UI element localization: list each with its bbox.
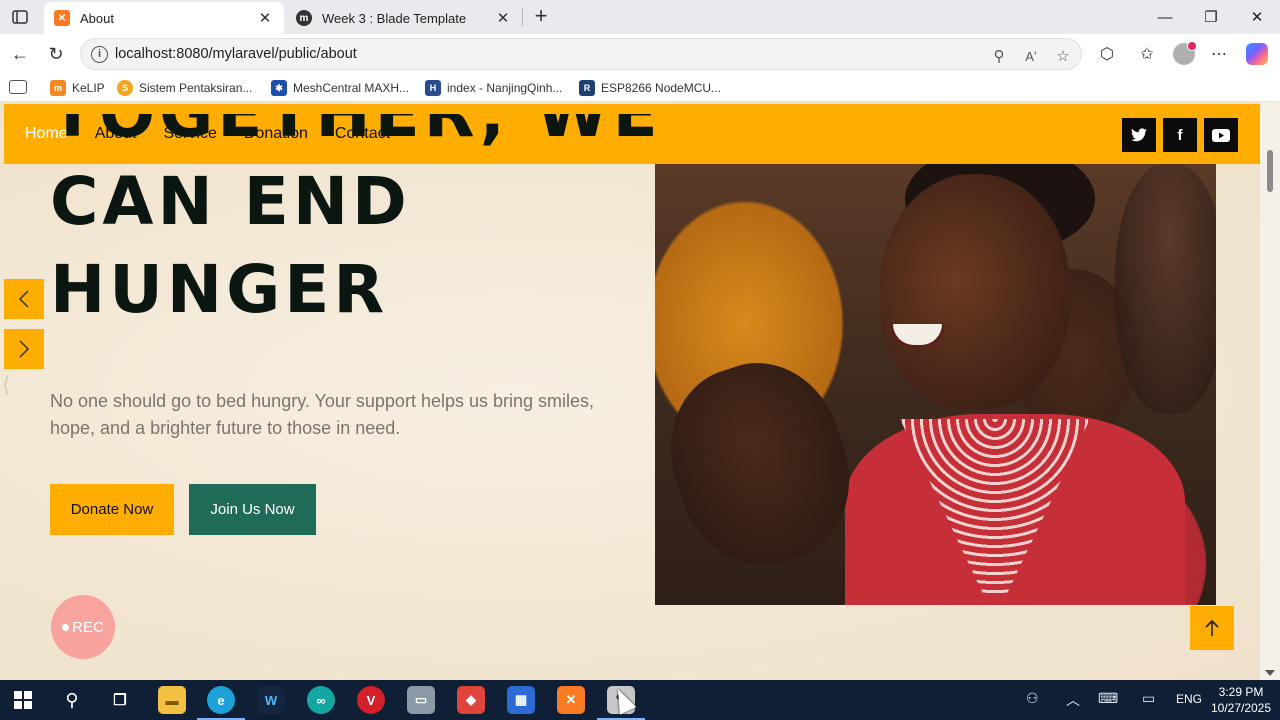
carousel-prev-button[interactable] [4,279,44,319]
display-icon[interactable]: ▭ [1142,690,1155,707]
hero-heading-line-2: CAN END [50,163,411,240]
vivaldi-icon[interactable]: V [357,686,385,714]
arduino-icon[interactable]: ∞ [307,686,335,714]
bookmark-nanjing[interactable]: H index - NanjingQinh... [425,79,562,97]
bookmark-sistem-pentaksiran[interactable]: S Sistem Pentaksiran... [117,79,252,97]
clock-date: 10/27/2025 [1210,701,1272,715]
tab-title: Week 3 : Blade Template [322,10,467,26]
bookmarks-bar: m KeLIP S Sistem Pentaksiran... ✱ MeshCe… [0,74,1280,102]
more-options-icon[interactable]: ⋯ [1207,43,1231,65]
page-scrollbar[interactable] [1260,102,1280,680]
kelip-icon: m [50,80,66,96]
page-viewport: TOGETHER, WE CAN END HUNGER Home About S… [0,102,1280,680]
favorites-icon[interactable]: ✩ [1135,43,1159,65]
file-explorer-icon[interactable]: ▬ [158,686,186,714]
edge-browser-icon[interactable]: e [197,686,245,720]
xampp-icon: ✕ [54,10,70,26]
record-dot-icon [62,623,70,631]
photo-face [880,174,1070,409]
hero-photo-smiling-girl [655,164,1216,605]
keyboard-icon[interactable]: ⌨ [1098,690,1118,707]
tab-actions-icon[interactable] [8,6,32,28]
favorite-star-icon[interactable]: ☆ [1053,46,1073,66]
twitter-icon[interactable] [1122,118,1156,152]
youtube-icon[interactable] [1204,118,1238,152]
extensions-icon[interactable]: ⬡ [1095,43,1119,65]
tray-chevron-up-icon[interactable]: ︿ [1066,690,1080,710]
git-icon[interactable]: ◆ [457,686,485,714]
meshcentral-icon: ✱ [271,80,287,96]
refresh-icon[interactable]: ↻ [44,43,68,65]
language-indicator[interactable]: ENG [1176,692,1202,706]
terminal-icon[interactable]: ▭ [407,686,435,714]
tab-title: About [80,10,114,26]
scroll-down-arrow-icon[interactable] [1265,670,1275,676]
profile-avatar[interactable] [1173,41,1197,65]
network-tool-icon[interactable]: ▦ [507,686,535,714]
browser-tab-bar: ✕ About ✕ m Week 3 : Blade Template ✕ + … [0,0,1280,34]
search-icon[interactable]: ⚲ [58,686,86,714]
donate-now-button[interactable]: Donate Now [50,484,174,535]
restore-button[interactable]: ❐ [1196,6,1226,28]
tab-week3[interactable]: m Week 3 : Blade Template ✕ [286,2,522,34]
xampp-taskbar-icon[interactable]: ✕ [557,686,585,714]
close-tab-icon[interactable]: ✕ [494,9,512,27]
recording-badge[interactable]: REC [51,595,115,659]
zoom-icon[interactable]: ⚲ [989,46,1009,66]
close-window-button[interactable]: ✕ [1242,6,1272,28]
left-edge-chevron-icon: ⟨ [2,372,11,397]
photo-background-person [1115,164,1216,414]
bookmark-esp8266[interactable]: R ESP8266 NodeMCU... [579,79,721,97]
bookmarks-collection-icon[interactable] [9,80,27,94]
address-bar[interactable]: i localhost:8080/mylaravel/public/about … [80,38,1082,70]
spm-icon: S [117,80,133,96]
bookmark-meshcentral[interactable]: ✱ MeshCentral MAXH... [271,79,409,97]
back-to-top-button[interactable] [1190,606,1234,650]
tab-about[interactable]: ✕ About ✕ [44,2,284,34]
system-clock[interactable]: 3:29 PM 10/27/2025 [1208,684,1274,716]
facebook-icon[interactable]: f [1163,118,1197,152]
hero-heading-line-1: TOGETHER, WE [50,114,662,158]
hero-heading: TOGETHER, WE CAN END HUNGER [50,114,662,334]
site-info-icon[interactable]: i [91,46,108,63]
scrollbar-thumb[interactable] [1267,150,1273,192]
clock-time: 3:29 PM [1218,685,1264,699]
hero-heading-line-3: HUNGER [50,251,389,328]
webex-icon[interactable]: W [257,686,285,714]
people-icon[interactable]: ⚇ [1026,690,1039,707]
windows-taskbar: ⚲ ❐ ▬ e W ∞ V ▭ ◆ ▦ ✕ ✎ ⚇ ︿ ⌨ ▭ ENG 3:29… [0,680,1280,720]
minimize-button[interactable]: — [1150,6,1180,28]
back-arrow-icon[interactable]: ← [8,43,32,65]
carousel-next-button[interactable] [4,329,44,369]
moodle-icon: m [296,10,312,26]
tab-separator [522,8,523,26]
read-aloud-icon[interactable]: Aʼ [1021,46,1041,66]
address-toolbar: ← ↻ i localhost:8080/mylaravel/public/ab… [0,34,1280,74]
bookmark-kelip[interactable]: m KeLIP [50,79,105,97]
photo-clapping-hands [655,342,872,586]
hero-description: No one should go to bed hungry. Your sup… [50,391,595,438]
random-nerd-icon: R [579,80,595,96]
copilot-icon[interactable] [1246,43,1268,65]
nanjing-icon: H [425,80,441,96]
task-view-icon[interactable]: ❐ [106,686,134,714]
url-text: localhost:8080/mylaravel/public/about [115,46,357,62]
windows-start-icon[interactable] [14,691,32,709]
join-us-now-button[interactable]: Join Us Now [189,484,316,535]
close-tab-icon[interactable]: ✕ [256,9,274,27]
new-tab-button[interactable]: + [530,5,552,28]
